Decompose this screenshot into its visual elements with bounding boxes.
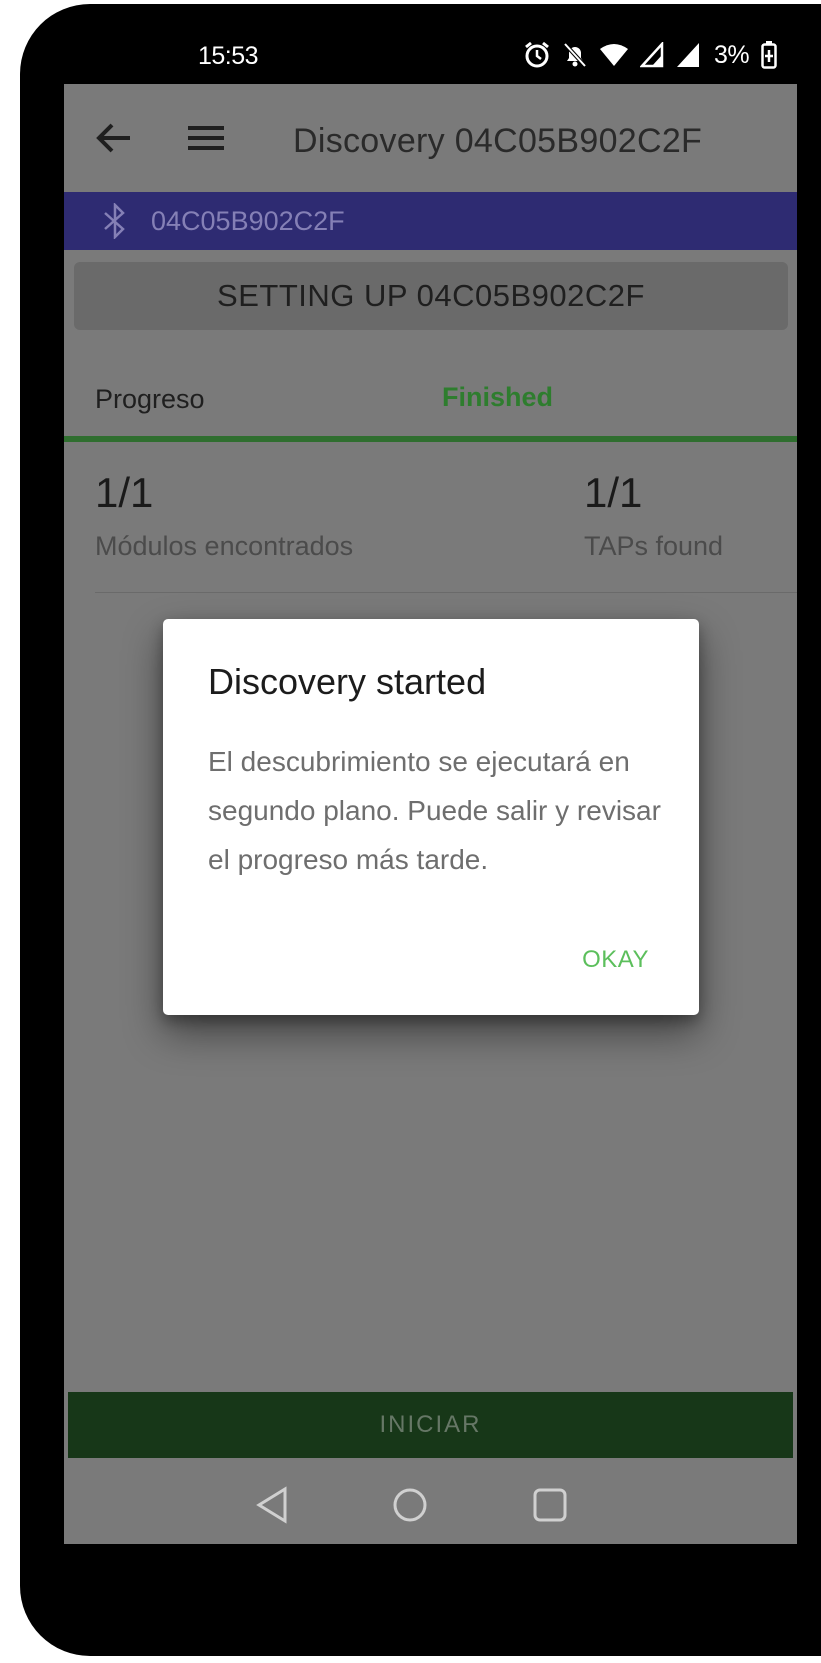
progress-label: Progreso <box>95 384 205 414</box>
nav-home-icon[interactable] <box>390 1485 430 1530</box>
alarm-icon <box>524 41 550 69</box>
taps-label: TAPs found <box>584 531 724 561</box>
signal-icon <box>676 42 700 68</box>
discovery-dialog: Discovery started El descubrimiento se e… <box>163 619 699 1015</box>
nav-recent-icon[interactable] <box>532 1487 568 1528</box>
arrow-back-icon[interactable] <box>96 122 132 159</box>
hamburger-menu-icon[interactable] <box>188 124 224 157</box>
status-icons: 3% <box>524 40 777 70</box>
stats-divider <box>95 592 797 593</box>
bluetooth-device-bar: 04C05B902C2F <box>64 192 797 250</box>
notifications-off-icon <box>562 41 588 69</box>
modules-stat: 1/1 Módulos encontrados <box>95 469 353 562</box>
dialog-message: El descubrimiento se ejecutará en segund… <box>208 746 661 875</box>
signal-icon <box>640 42 664 68</box>
nav-back-icon[interactable] <box>255 1485 289 1530</box>
start-button[interactable]: INICIAR <box>68 1392 793 1458</box>
taps-count: 1/1 <box>584 469 643 516</box>
modules-count: 1/1 <box>95 469 154 516</box>
progress-bar <box>64 436 797 442</box>
status-time: 15:53 <box>198 42 259 70</box>
page-title: Discovery 04C05B902C2F <box>293 122 703 160</box>
setting-up-button[interactable]: SETTING UP 04C05B902C2F <box>74 262 788 330</box>
status-bar: 15:53 3% <box>20 4 821 84</box>
bluetooth-device-id: 04C05B902C2F <box>151 206 345 236</box>
bluetooth-icon <box>103 201 127 244</box>
taps-stat: 1/1 TAPs found <box>584 469 723 562</box>
wifi-icon <box>600 43 628 67</box>
app-bar: Discovery 04C05B902C2F <box>64 84 797 192</box>
dialog-title: Discovery started <box>208 661 487 702</box>
navigation-bar <box>20 1460 821 1570</box>
battery-charging-icon <box>761 41 777 69</box>
modules-label: Módulos encontrados <box>95 531 354 561</box>
okay-button[interactable]: OKAY <box>582 946 649 974</box>
battery-percentage: 3% <box>714 40 750 69</box>
progress-status: Finished <box>442 382 554 412</box>
